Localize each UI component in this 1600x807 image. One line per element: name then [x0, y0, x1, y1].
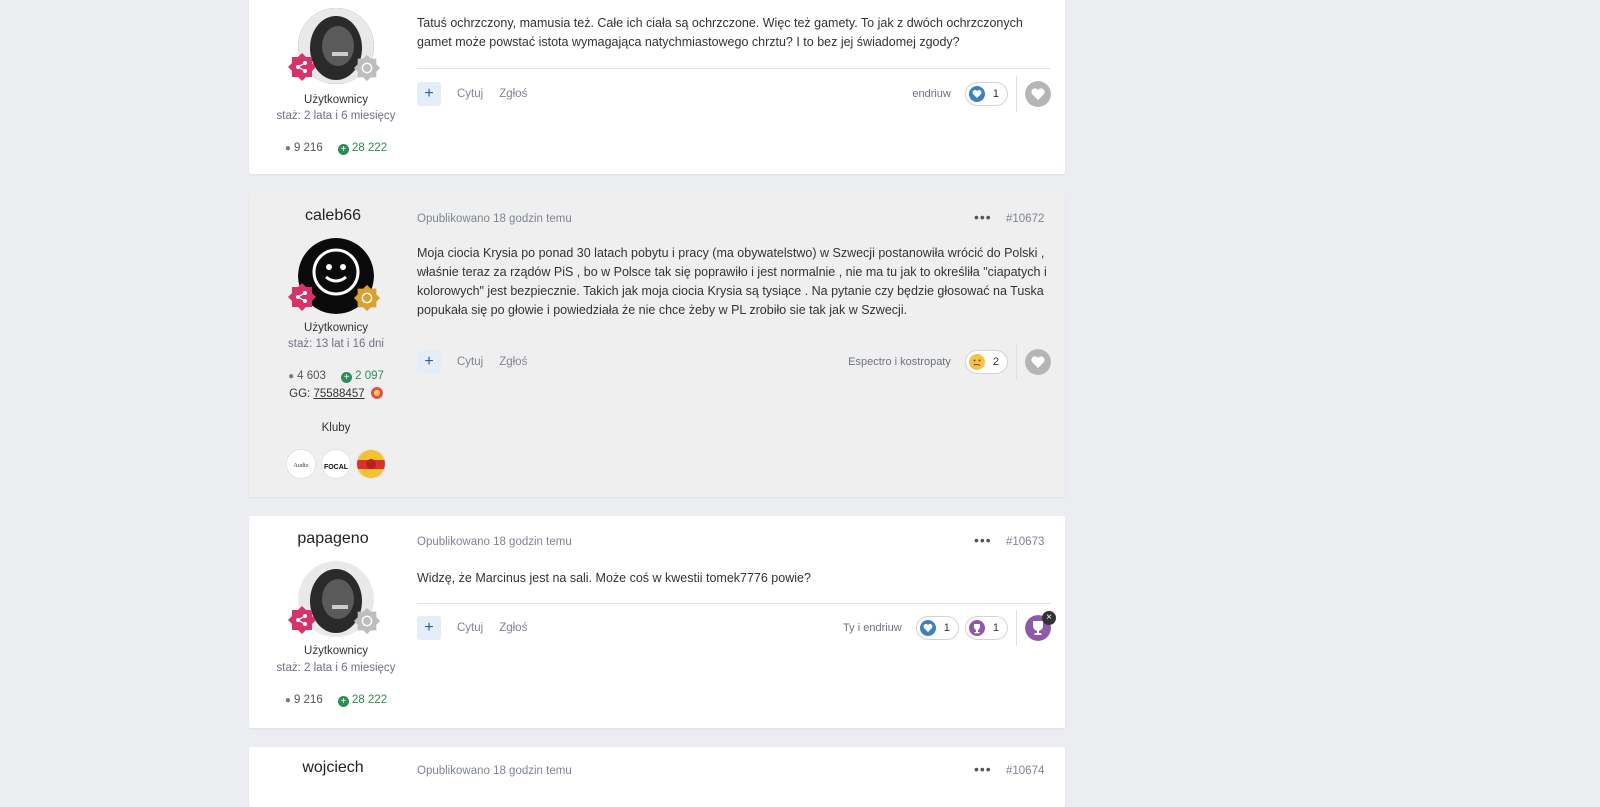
rank-badge-icon	[288, 283, 316, 311]
post-controls: + Cytuj Zgłoś	[417, 616, 527, 640]
reactors-list[interactable]: endriuw	[912, 88, 951, 100]
post-10673: papageno Użytkownicy staż: 2 lata i 6 mi…	[249, 516, 1065, 728]
report-link[interactable]: Zgłoś	[499, 88, 527, 100]
user-stats: ● 4 603 +2 097	[249, 370, 423, 383]
achievement-badge-icon	[353, 607, 381, 635]
post-10672: caleb66 Użytkownicy staż: 13 lat i 16 dn…	[249, 193, 1065, 497]
post-date[interactable]: Opublikowano 18 godzin temu	[417, 765, 572, 777]
reactions-bar: endriuw 1	[912, 76, 1051, 112]
reputation-icon: +	[337, 144, 349, 155]
quote-link[interactable]: Cytuj	[457, 356, 483, 368]
multiquote-button[interactable]: +	[417, 616, 441, 640]
divider	[417, 68, 1051, 69]
post-date[interactable]: Opublikowano 18 godzin temu	[417, 213, 572, 225]
svg-text:FOCAL: FOCAL	[324, 464, 349, 471]
reactions-bar: Ty i endriuw 1 1	[843, 610, 1051, 646]
multiquote-button[interactable]: +	[417, 82, 441, 106]
author-name[interactable]: papageno	[249, 530, 417, 548]
multiquote-button[interactable]: +	[417, 350, 441, 374]
svg-text:Audio: Audio	[294, 463, 309, 469]
club-flag-icon[interactable]	[357, 450, 385, 478]
clubs-label: Kluby	[321, 422, 351, 434]
achievement-badge-icon	[353, 54, 381, 82]
heart-react-icon[interactable]	[1025, 349, 1051, 375]
reactors-list[interactable]: Ty i endriuw	[843, 622, 902, 634]
reaction-divider	[1016, 344, 1017, 380]
club-audiophiles-icon[interactable]: Audio	[287, 450, 315, 478]
post-controls: + Cytuj Zgłoś	[417, 350, 527, 374]
comment-icon: ●	[288, 371, 295, 382]
user-group: Użytkownicy	[304, 645, 368, 657]
user-stats: ● 9 216 +28 222	[249, 142, 423, 155]
comment-icon: ●	[284, 695, 291, 706]
post-content: Widzę, że Marcinus jest na sali. Może co…	[417, 571, 811, 585]
post-previous: Użytkownicy staż: 2 lata i 6 miesięcy ● 9…	[249, 0, 1065, 174]
post-options-icon[interactable]: •••	[974, 532, 992, 548]
member-since: staż: 13 lat i 16 dni	[288, 338, 384, 350]
report-link[interactable]: Zgłoś	[499, 356, 527, 368]
post-content: Tatuś ochrzczony, mamusia też. Całe ich …	[417, 16, 1023, 49]
reaction-count: 1	[992, 622, 999, 634]
confused-face-icon	[968, 354, 985, 370]
reputation-count: 28 222	[351, 142, 388, 154]
member-since: staż: 2 lata i 6 miesięcy	[276, 662, 396, 674]
post-content: Moja ciocia Krysia po ponad 30 latach po…	[417, 246, 1047, 317]
post-number[interactable]: #10674	[1006, 765, 1044, 777]
gg-label: GG:	[289, 388, 311, 400]
rank-badge-icon	[288, 606, 316, 634]
reaction-count: 1	[992, 88, 999, 100]
heart-react-icon[interactable]	[1025, 81, 1051, 107]
reputation-icon: +	[341, 372, 353, 383]
achievement-badge-icon	[353, 284, 381, 312]
user-stats: ● 9 216 +28 222	[249, 694, 423, 707]
reactions-bar: Espectro i kostropaty 2	[848, 344, 1051, 380]
reaction-divider	[1016, 76, 1017, 112]
user-group: Użytkownicy	[304, 322, 368, 334]
post-count: 4 603	[297, 370, 326, 382]
post-options-icon[interactable]: •••	[974, 761, 992, 777]
club-focal-icon[interactable]: FOCAL	[322, 450, 350, 478]
reaction-count: 1	[943, 622, 950, 634]
reputation-count: 28 222	[351, 694, 388, 706]
reactors-list[interactable]: Espectro i kostropaty	[848, 356, 951, 368]
post-options-icon[interactable]: •••	[974, 209, 992, 225]
reputation-icon: +	[337, 696, 349, 707]
gg-flower-icon	[370, 387, 383, 399]
like-icon	[919, 620, 936, 636]
user-group: Użytkownicy	[304, 94, 368, 106]
gg-contact: GG: 75588457	[249, 387, 423, 400]
divider	[417, 603, 1051, 604]
reaction-count: 2	[992, 356, 999, 368]
reaction-pill-like[interactable]: 1	[964, 82, 1008, 106]
reaction-pill-like[interactable]: 1	[915, 616, 959, 640]
post-count: 9 216	[293, 694, 323, 706]
remove-reaction-icon[interactable]: ×	[1042, 611, 1056, 625]
quote-link[interactable]: Cytuj	[457, 88, 483, 100]
member-since: staż: 2 lata i 6 miesięcy	[276, 110, 396, 122]
like-icon	[968, 86, 985, 102]
reaction-pill-confused[interactable]: 2	[964, 350, 1008, 374]
author-name[interactable]: wojciech	[249, 759, 417, 777]
rank-badge-icon	[288, 53, 316, 81]
trophy-icon	[968, 620, 985, 636]
post-count: 9 216	[293, 142, 323, 154]
reputation-count: 2 097	[355, 370, 384, 382]
post-controls: + Cytuj Zgłoś	[417, 82, 527, 106]
author-name[interactable]: caleb66	[249, 207, 417, 225]
gg-number[interactable]: 75588457	[313, 388, 364, 400]
reaction-divider	[1016, 610, 1017, 646]
quote-link[interactable]: Cytuj	[457, 622, 483, 634]
report-link[interactable]: Zgłoś	[499, 622, 527, 634]
post-10674: wojciech Opublikowano 18 godzin temu •••…	[249, 747, 1065, 807]
post-date[interactable]: Opublikowano 18 godzin temu	[417, 536, 572, 548]
reaction-pill-trophy[interactable]: 1	[964, 616, 1008, 640]
post-number[interactable]: #10672	[1006, 213, 1044, 225]
comment-icon: ●	[284, 143, 291, 154]
post-number[interactable]: #10673	[1006, 536, 1044, 548]
